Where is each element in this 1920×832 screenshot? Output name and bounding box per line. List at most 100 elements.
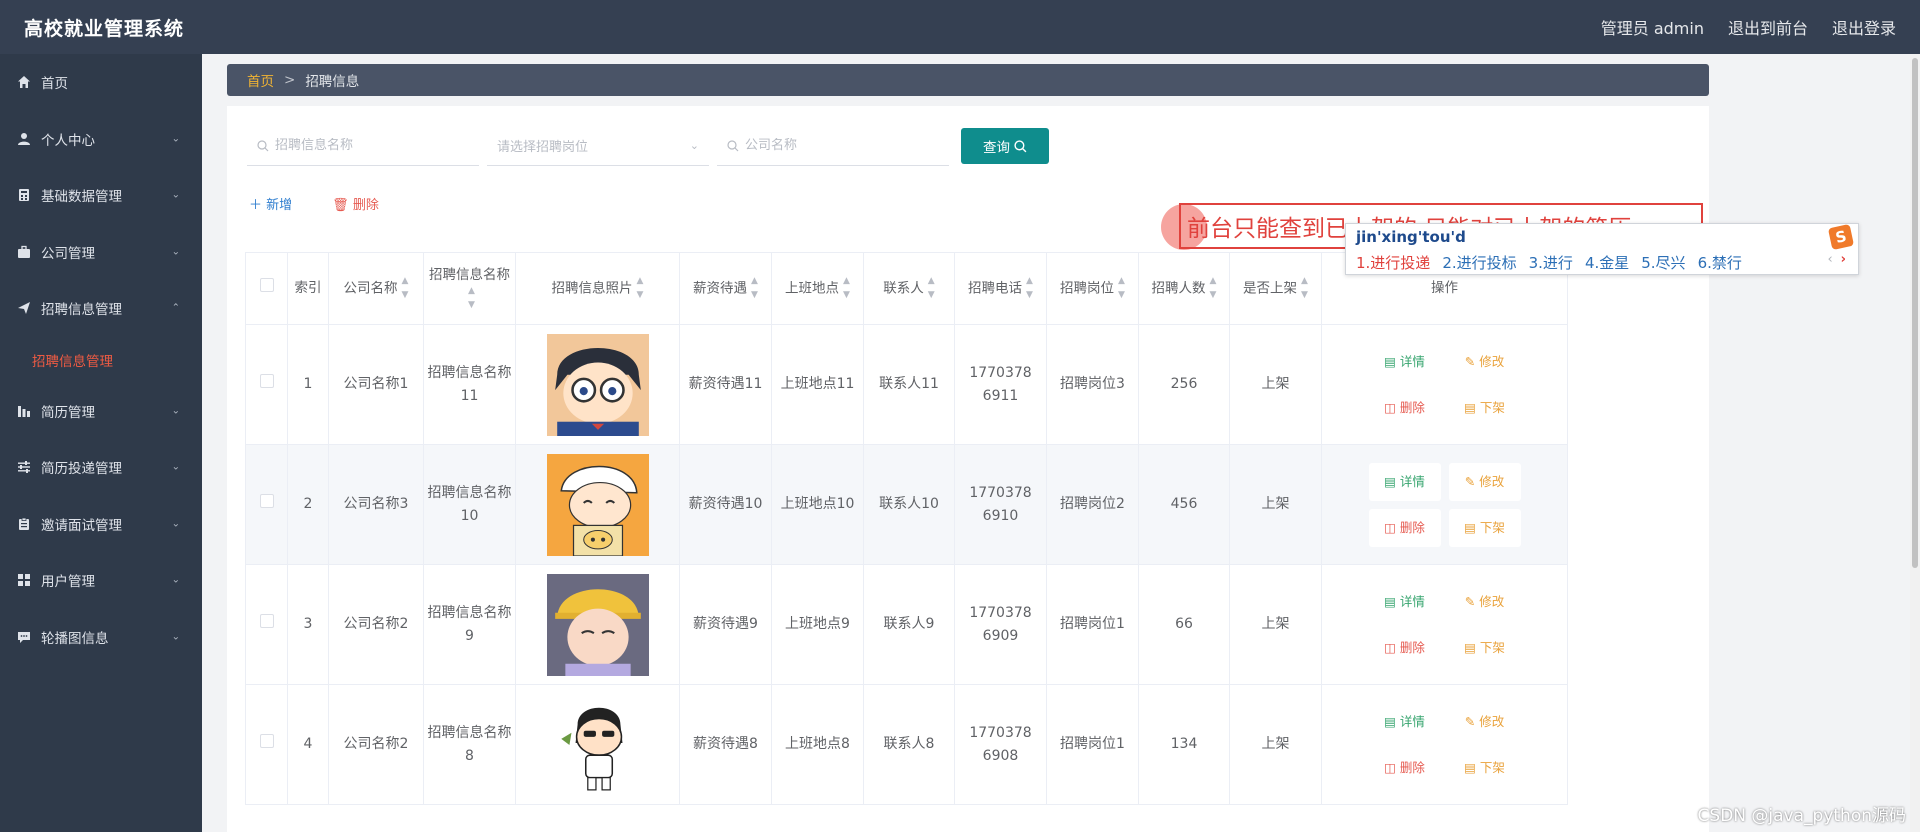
cell-index: 1 <box>287 324 329 445</box>
header-photo[interactable]: 招聘信息照片 ▲ ▼ <box>515 252 680 325</box>
edit-label: 修改 <box>1479 473 1505 489</box>
unlist-button[interactable]: ▤ 下架 <box>1449 749 1521 787</box>
chevron-down-icon: ⌄ <box>171 246 180 258</box>
cell-count: 456 <box>1138 444 1230 565</box>
detail-button[interactable]: ▤ 详情 <box>1369 343 1441 381</box>
chevron-down-icon: ⌄ <box>171 631 180 643</box>
ime-candidate[interactable]: 6.禁行 <box>1698 252 1742 273</box>
chevron-up-icon: ⌃ <box>171 302 180 314</box>
calculator-icon <box>16 187 32 203</box>
sidebar-item-label: 简历投递管理 <box>41 461 122 478</box>
sidebar-item-carousel[interactable]: 轮播图信息 ⌄ <box>0 609 202 666</box>
company-name-input-wrap <box>717 126 949 166</box>
admin-user-label[interactable]: 管理员 admin <box>1601 15 1704 39</box>
sidebar-item-recruit[interactable]: 招聘信息管理 ⌃ <box>0 280 202 337</box>
sidebar-item-company[interactable]: 公司管理 ⌄ <box>0 224 202 281</box>
sidebar-item-basic-data[interactable]: 基础数据管理 ⌄ <box>0 167 202 224</box>
chevron-left-icon[interactable]: ‹ <box>1827 252 1832 267</box>
row-checkbox[interactable] <box>259 614 274 629</box>
clipboard-icon <box>16 516 32 532</box>
sidebar-item-delivery[interactable]: 简历投递管理 ⌄ <box>0 439 202 496</box>
chart-icon <box>16 403 32 419</box>
detail-button[interactable]: ▤ 详情 <box>1369 703 1441 741</box>
cartoon-photo-boy-yellow-hat[interactable] <box>546 573 649 676</box>
batch-delete-button[interactable]: 🗑 删除 <box>332 194 379 213</box>
unlist-button[interactable]: ▤ 下架 <box>1449 629 1521 667</box>
unlist-button[interactable]: ▤ 下架 <box>1448 508 1521 547</box>
exit-to-front-link[interactable]: 退出到前台 <box>1728 15 1808 39</box>
unlist-label: 下架 <box>1479 399 1505 415</box>
query-button[interactable]: 查询 <box>961 128 1049 164</box>
header-location[interactable]: 上班地点 ▲ ▼ <box>771 252 864 325</box>
header-post[interactable]: 招聘岗位 ▲ ▼ <box>1046 252 1139 325</box>
cell-ops: ▤ 详情 ✎ 修改 ◫ 删除 ▤ 下架 <box>1321 684 1568 805</box>
edit-button[interactable]: ✎ 修改 <box>1448 462 1521 501</box>
sidebar-item-users[interactable]: 用户管理 ⌄ <box>0 552 202 609</box>
edit-button[interactable]: ✎ 修改 <box>1449 703 1521 741</box>
row-checkbox[interactable] <box>259 734 274 749</box>
query-button-label: 查询 <box>983 140 1010 156</box>
delete-button[interactable]: ◫ 删除 <box>1369 749 1441 787</box>
recruit-name-input[interactable] <box>275 138 479 153</box>
header-listed[interactable]: 是否上架 ▲ ▼ <box>1229 252 1322 325</box>
row-checkbox[interactable] <box>259 374 274 389</box>
edit-icon: ✎ <box>1464 713 1476 729</box>
sidebar-item-resume[interactable]: 简历管理 ⌄ <box>0 383 202 440</box>
sidebar-item-home[interactable]: 首页 <box>0 54 202 111</box>
header-post-label: 招聘岗位 <box>1060 280 1115 297</box>
detail-label: 详情 <box>1399 593 1425 609</box>
chevron-right-icon[interactable]: › <box>1841 252 1846 267</box>
delete-button[interactable]: ◫ 删除 <box>1368 508 1441 547</box>
header-salary-label: 薪资待遇 <box>693 280 748 297</box>
detail-button[interactable]: ▤ 详情 <box>1369 583 1441 621</box>
cartoon-photo-boy-cap[interactable] <box>546 453 649 556</box>
sidebar-item-interview[interactable]: 邀请面试管理 ⌄ <box>0 496 202 553</box>
header-count[interactable]: 招聘人数 ▲ ▼ <box>1138 252 1230 325</box>
header-contact[interactable]: 联系人 ▲ ▼ <box>863 252 955 325</box>
sidebar-item-label: 邀请面试管理 <box>41 517 122 534</box>
cell-ops: ▤ 详情 ✎ 修改 ◫ 删除 ▤ 下架 <box>1321 564 1568 685</box>
cell-location: 上班地点8 <box>771 684 864 805</box>
cartoon-photo-boy-glasses[interactable] <box>546 333 649 436</box>
action-bar: ＋ 新增 🗑 删除 <box>249 194 379 213</box>
delete-button[interactable]: ◫ 删除 <box>1369 629 1441 667</box>
scrollbar-thumb[interactable] <box>1912 58 1918 568</box>
document-icon: ▤ <box>1384 593 1396 609</box>
header-name[interactable]: 招聘信息名称 ▲ ▼ <box>423 252 516 325</box>
ime-candidate[interactable]: 5.尽兴 <box>1641 252 1685 273</box>
sidebar-subitem-recruit-info[interactable]: 招聘信息管理 <box>0 337 202 383</box>
header-salary[interactable]: 薪资待遇 ▲ ▼ <box>679 252 772 325</box>
ime-candidate[interactable]: 2.进行投标 <box>1442 252 1516 273</box>
header-phone[interactable]: 招聘电话 ▲ ▼ <box>954 252 1047 325</box>
unlist-button[interactable]: ▤ 下架 <box>1449 389 1521 427</box>
ime-candidate[interactable]: 4.金星 <box>1585 252 1629 273</box>
logout-link[interactable]: 退出登录 <box>1832 15 1896 39</box>
row-checkbox[interactable] <box>259 494 274 509</box>
cell-location: 上班地点11 <box>771 324 864 445</box>
cell-name: 招聘信息名称11 <box>423 324 516 445</box>
select-all-checkbox[interactable] <box>259 278 274 293</box>
page-scrollbar[interactable] <box>1910 54 1920 832</box>
add-button-label: 新增 <box>266 198 293 213</box>
ime-candidate-window: jin'xing'tou'd 1.进行投递 2.进行投标 3.进行 4.金星 5… <box>1345 223 1859 275</box>
sort-icon: ▲ ▼ <box>927 276 935 300</box>
ime-candidate[interactable]: 3.进行 <box>1529 252 1573 273</box>
cartoon-photo-boy-sunglasses[interactable] <box>546 693 649 796</box>
edit-button[interactable]: ✎ 修改 <box>1449 583 1521 621</box>
breadcrumb-home[interactable]: 首页 <box>247 70 274 90</box>
detail-button[interactable]: ▤ 详情 <box>1368 462 1441 501</box>
ime-candidate[interactable]: 1.进行投递 <box>1356 252 1430 273</box>
cell-ops: ▤ 详情 ✎ 修改 ◫ 删除 ▤ 下架 <box>1321 444 1568 565</box>
document-icon: ▤ <box>1384 713 1396 729</box>
add-button[interactable]: ＋ 新增 <box>249 194 292 213</box>
header-name-label: 招聘信息名称 <box>429 266 510 283</box>
cell-count: 134 <box>1138 684 1230 805</box>
company-name-input[interactable] <box>745 138 949 153</box>
delete-button[interactable]: ◫ 删除 <box>1369 389 1441 427</box>
trash-icon: ◫ <box>1384 399 1396 415</box>
sidebar-item-personal[interactable]: 个人中心 ⌄ <box>0 111 202 168</box>
content-panel: 请选择招聘岗位 ⌄ 查询 ＋ 新增 🗑 删除 索引 <box>227 106 1709 832</box>
header-company[interactable]: 公司名称 ▲ ▼ <box>328 252 424 325</box>
post-select[interactable]: 请选择招聘岗位 ⌄ <box>487 126 709 166</box>
edit-button[interactable]: ✎ 修改 <box>1449 343 1521 381</box>
